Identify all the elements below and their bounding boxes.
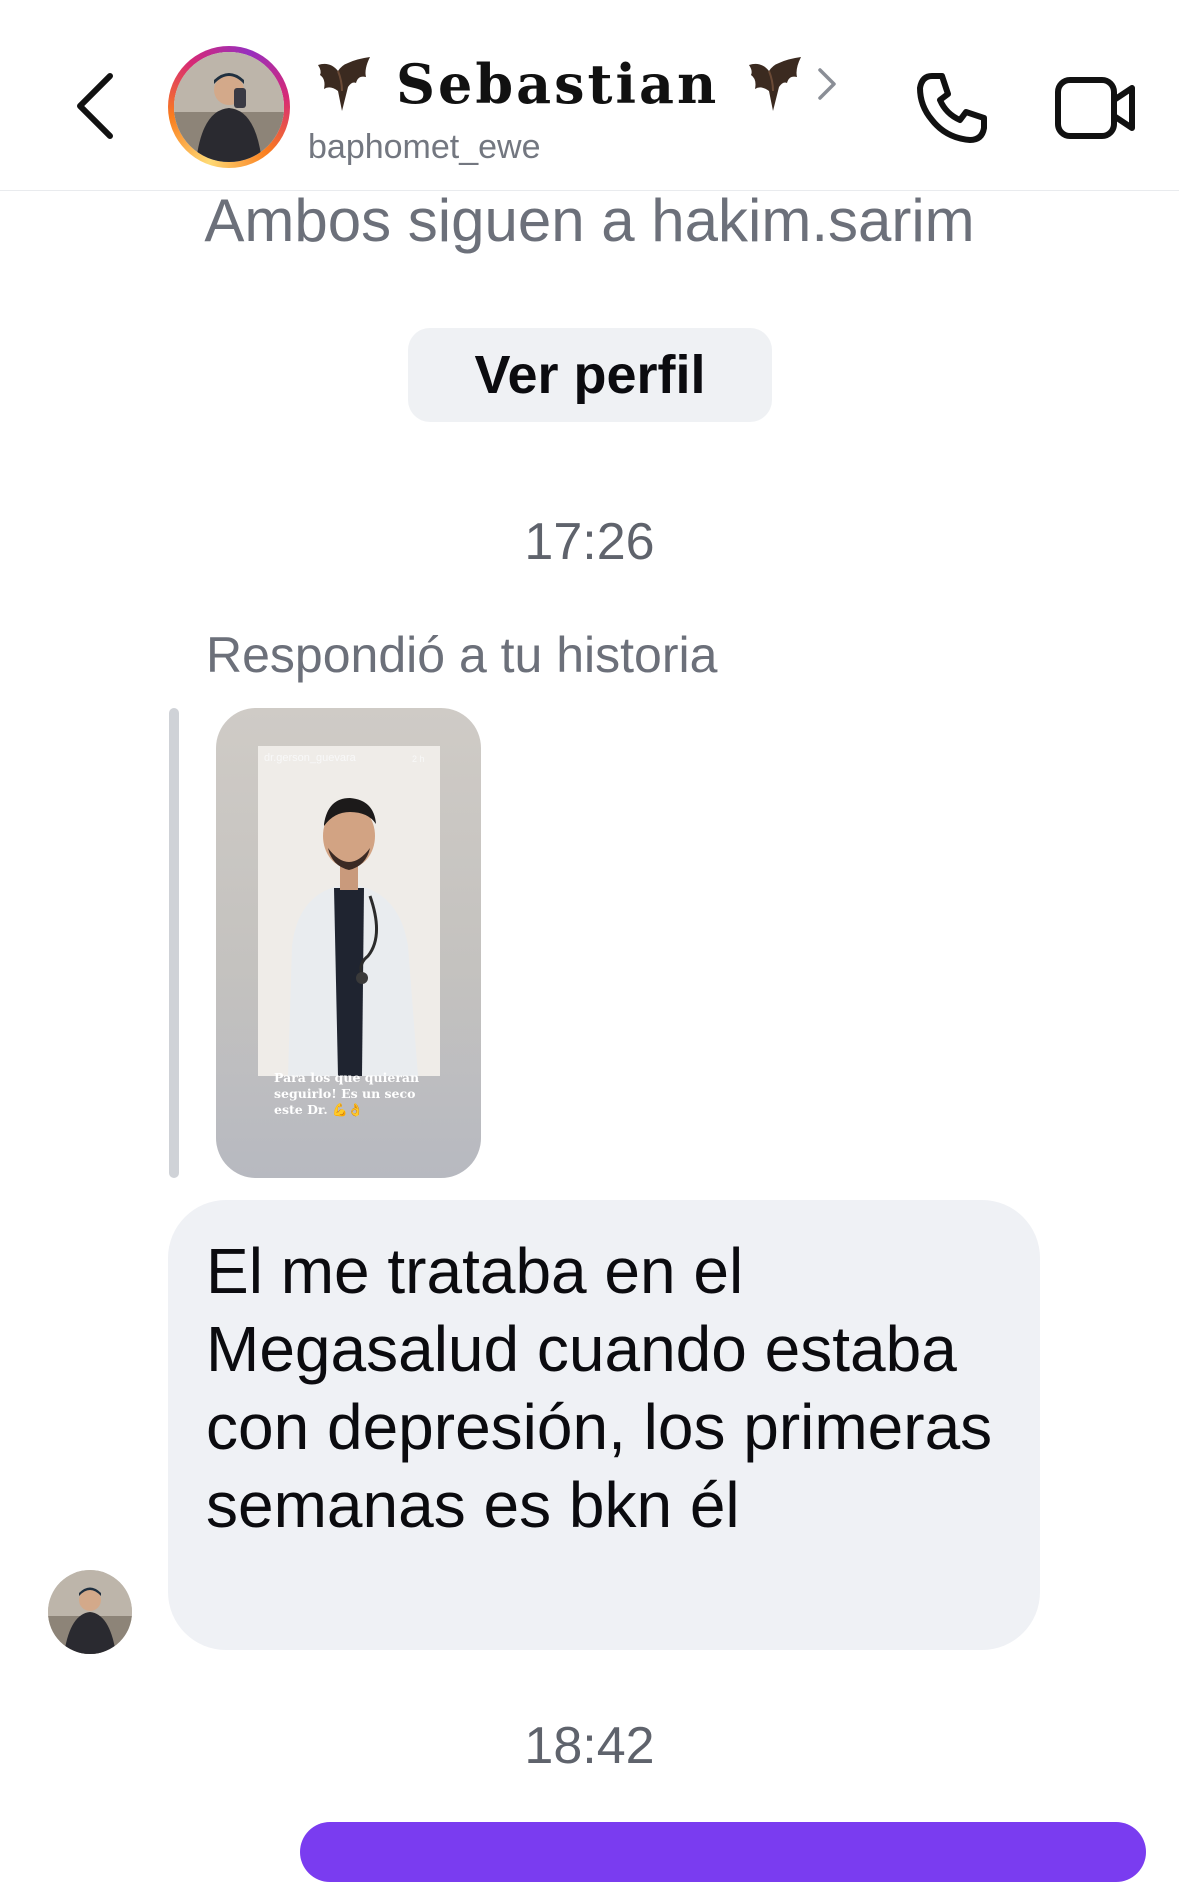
story-photo: [258, 746, 440, 1076]
chevron-right-icon[interactable]: [814, 64, 840, 104]
phone-icon[interactable]: [912, 68, 992, 148]
story-username: dr.gerson_guevara: [264, 752, 356, 764]
video-camera-icon[interactable]: [1054, 72, 1138, 144]
chat-header: Sebastian baphomet_ewe: [0, 0, 1179, 191]
sender-avatar[interactable]: [48, 1570, 132, 1654]
back-arrow-icon[interactable]: [62, 66, 134, 146]
contact-name: Sebastian: [396, 52, 720, 116]
avatar[interactable]: [168, 46, 290, 168]
reply-context-label: Respondió a tu historia: [206, 627, 718, 683]
timestamp: 18:42: [524, 1717, 655, 1775]
quote-bar: [169, 708, 179, 1178]
outgoing-message-bubble[interactable]: [300, 1822, 1146, 1882]
message-text: El me trataba en el Megasalud cuando est…: [206, 1235, 993, 1541]
bat-icon: [749, 57, 802, 111]
contact-title[interactable]: Sebastian: [312, 46, 807, 122]
contact-username[interactable]: baphomet_ewe: [308, 128, 541, 167]
avatar-photo: [174, 52, 284, 162]
story-time: 2 h: [412, 754, 425, 764]
bat-icon: [318, 57, 370, 111]
story-caption: Para los que quieran seguirlo! Es un sec…: [274, 1070, 420, 1117]
mutual-followers-text: Ambos siguen a hakim.sarim: [204, 187, 975, 254]
view-profile-button[interactable]: Ver perfil: [408, 328, 772, 422]
timestamp: 17:26: [524, 513, 655, 571]
